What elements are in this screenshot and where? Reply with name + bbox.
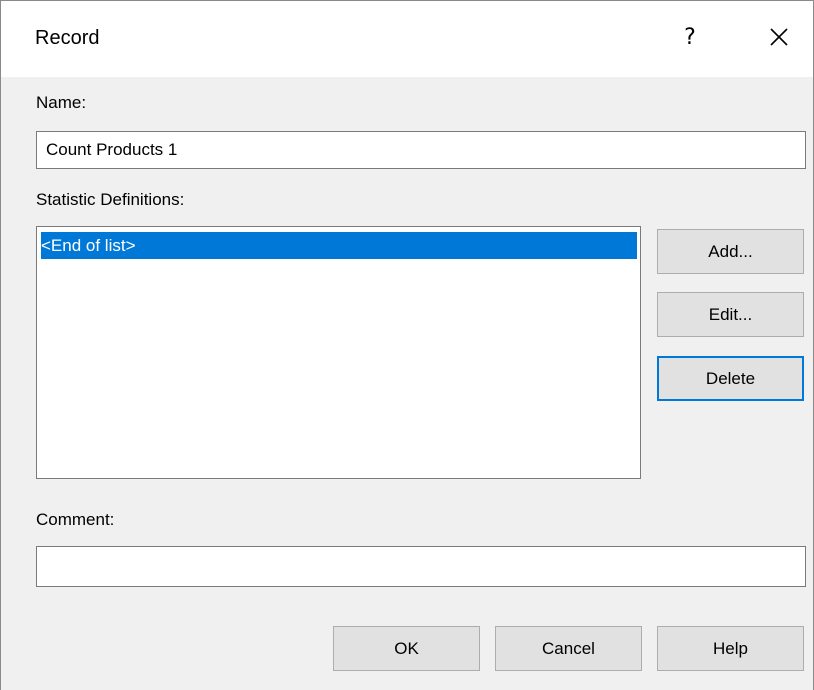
close-icon [770, 28, 788, 46]
window-border-left [0, 0, 1, 690]
comment-label: Comment: [36, 510, 115, 529]
cancel-button[interactable]: Cancel [495, 626, 642, 671]
add-button[interactable]: Add... [657, 229, 804, 274]
help-title-button[interactable]: ? [665, 9, 715, 65]
delete-button[interactable]: Delete [657, 356, 804, 401]
help-button[interactable]: Help [657, 626, 804, 671]
comment-input[interactable] [36, 546, 806, 587]
list-item-end-of-list[interactable]: <End of list> [41, 232, 637, 259]
close-button[interactable] [751, 9, 807, 65]
edit-button[interactable]: Edit... [657, 292, 804, 337]
dialog-title: Record [35, 27, 100, 49]
name-label: Name: [36, 93, 87, 112]
question-mark-icon: ? [684, 24, 696, 50]
statistic-definitions-list[interactable]: <End of list> [36, 226, 641, 479]
title-bar: Record ? [1, 1, 813, 77]
name-input[interactable]: Count Products 1 [36, 131, 806, 169]
record-dialog: Record ? Name: Count Products 1 Statisti… [0, 0, 814, 690]
ok-button[interactable]: OK [333, 626, 480, 671]
statistic-definitions-label: Statistic Definitions: [36, 190, 185, 209]
